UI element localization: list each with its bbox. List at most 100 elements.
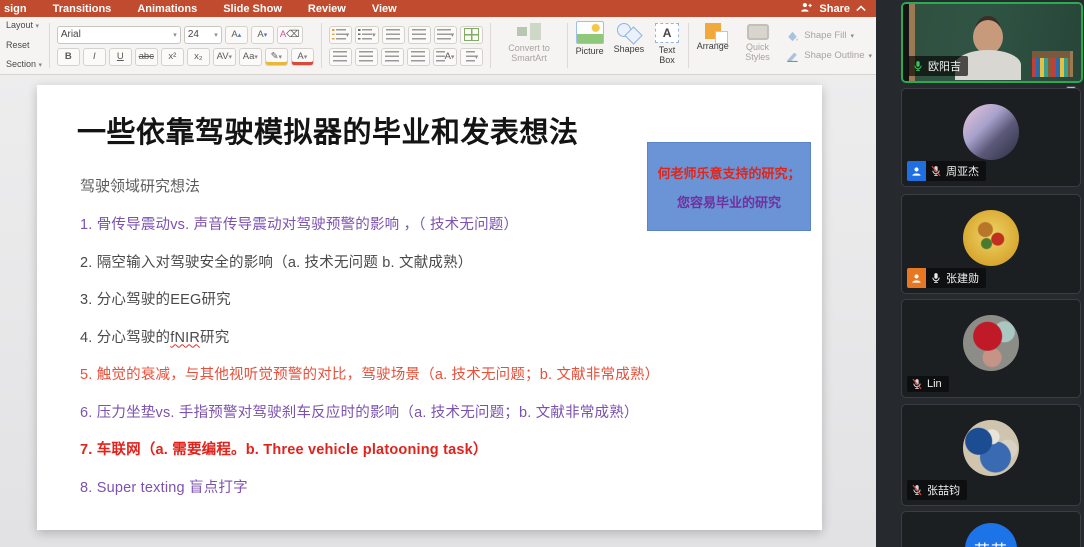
quick-styles-icon <box>747 24 769 40</box>
meeting-participants-panel: 欧阳吉 周亚杰 <box>876 0 1084 547</box>
underline-button[interactable]: U <box>109 48 132 66</box>
ribbon-tab-bar: sign Transitions Animations Slide Show R… <box>0 0 876 17</box>
strikethrough-button[interactable]: abc <box>135 48 158 66</box>
font-color-button[interactable]: A▾ <box>291 48 314 66</box>
text-direction-button[interactable]: A▾ <box>433 48 458 66</box>
avatar: 艺艺 <box>965 523 1017 547</box>
avatar <box>963 210 1019 266</box>
shape-outline-button[interactable]: Shape Outline▾ <box>785 48 872 64</box>
grow-font-button[interactable]: A▴ <box>225 26 248 44</box>
font-size-select[interactable]: 24▾ <box>184 26 222 44</box>
mic-on-icon <box>930 272 942 284</box>
collapse-ribbon-icon[interactable] <box>856 3 866 15</box>
align-right-button[interactable] <box>381 48 404 66</box>
list-item: 4. 分心驾驶的fNIR研究 <box>80 326 659 347</box>
tab-transitions[interactable]: Transitions <box>53 3 112 15</box>
share-button[interactable]: Share <box>819 3 850 15</box>
arrange-icon <box>705 23 721 39</box>
highlight-color-button[interactable]: ✎▾ <box>265 48 288 66</box>
mic-muted-icon <box>911 378 923 390</box>
arrange-button[interactable]: Arrange <box>692 17 734 74</box>
participant-tile[interactable]: 张建勋 <box>901 194 1081 294</box>
host-badge-orange <box>907 268 926 288</box>
participant-name-tag: 周亚杰 <box>926 161 986 181</box>
callout-line-2: 您容易毕业的研究 <box>677 192 781 211</box>
font-group: Arial▾ 24▾ A▴ A▾ A⌫ B I U abc x² x₂ A <box>53 17 318 74</box>
participant-name-tag: Lin <box>907 376 949 392</box>
change-case-button[interactable]: Aa▾ <box>239 48 262 66</box>
callout-box[interactable]: 何老师乐意支持的研究； 您容易毕业的研究 <box>647 142 811 231</box>
justify-button[interactable] <box>407 48 430 66</box>
tab-design[interactable]: sign <box>4 3 27 15</box>
text-box-icon: A <box>655 23 679 43</box>
shape-format-group: Shape Fill▾ Shape Outline▾ <box>781 17 876 74</box>
paragraph-group: ▾ ▾ ▾ A▾ ▾ <box>325 17 488 74</box>
table-grid-button[interactable] <box>460 26 483 44</box>
participant-name: 周亚杰 <box>946 163 979 179</box>
share-person-plus-icon <box>800 1 813 17</box>
reset-button[interactable]: Reset <box>6 38 42 53</box>
decrease-indent-button[interactable] <box>382 26 405 44</box>
shrink-font-button[interactable]: A▾ <box>251 26 274 44</box>
bullet-list-button[interactable]: ▾ <box>329 26 353 44</box>
person-icon <box>911 273 922 284</box>
font-name-select[interactable]: Arial▾ <box>57 26 181 44</box>
ribbon-toolbar: Layout ▾ Reset Section ▾ Arial▾ 24▾ A▴ A… <box>0 17 876 75</box>
picture-icon <box>576 21 604 44</box>
list-item: 8. Super texting 盲点打字 <box>80 476 659 497</box>
mic-muted-icon <box>930 165 942 177</box>
callout-line-1: 何老师乐意支持的研究； <box>657 163 800 182</box>
participant-name: 欧阳吉 <box>928 58 961 74</box>
align-center-button[interactable] <box>355 48 378 66</box>
shapes-icon <box>616 21 642 42</box>
slide-canvas: 一些依靠驾驶模拟器的毕业和发表想法 驾驶领域研究想法 1. 骨传导震动vs. 声… <box>0 75 876 547</box>
increase-indent-button[interactable] <box>408 26 431 44</box>
host-badge-blue <box>907 161 926 181</box>
tab-animations[interactable]: Animations <box>137 3 197 15</box>
convert-to-smartart-button[interactable]: Convert to SmartArt <box>494 17 564 74</box>
align-left-button[interactable] <box>329 48 352 66</box>
slide[interactable]: 一些依靠驾驶模拟器的毕业和发表想法 驾驶领域研究想法 1. 骨传导震动vs. 声… <box>37 85 822 530</box>
mic-active-icon <box>912 60 924 72</box>
insert-text-box-button[interactable]: A Text Box <box>649 17 685 74</box>
shape-fill-button[interactable]: Shape Fill▾ <box>785 28 872 44</box>
shape-outline-icon <box>785 50 800 62</box>
avatar <box>963 315 1019 371</box>
quick-styles-button[interactable]: Quick Styles <box>734 17 782 74</box>
clear-formatting-button[interactable]: A⌫ <box>277 26 303 44</box>
superscript-button[interactable]: x² <box>161 48 184 66</box>
slide-subtitle: 驾驶领域研究想法 <box>80 175 200 196</box>
list-item: 6. 压力坐垫vs. 手指预警对驾驶刹车反应时的影响（a. 技术无问题；b. 文… <box>80 401 659 422</box>
participant-tile[interactable]: 周亚杰 <box>901 88 1081 187</box>
avatar <box>963 420 1019 476</box>
italic-button[interactable]: I <box>83 48 106 66</box>
speaker-face <box>973 20 1003 54</box>
tab-review[interactable]: Review <box>308 3 346 15</box>
participant-name: 张建勋 <box>946 270 979 286</box>
list-item: 1. 骨传导震动vs. 声音传导震动对驾驶预警的影响 ，（ 技术无问题） <box>80 213 659 234</box>
subscript-button[interactable]: x₂ <box>187 48 210 66</box>
line-spacing-button[interactable]: ▾ <box>434 26 458 44</box>
participant-tile-video[interactable]: 欧阳吉 <box>901 2 1083 83</box>
bold-button[interactable]: B <box>57 48 80 66</box>
smartart-icon <box>517 23 541 41</box>
participant-tile[interactable]: 艺艺 <box>901 511 1081 547</box>
align-text-button[interactable]: ▾ <box>460 48 483 66</box>
insert-picture-button[interactable]: Picture <box>571 17 609 74</box>
section-button[interactable]: Section ▾ <box>6 57 42 73</box>
list-item: 7. 车联网（a. 需要编程。b. Three vehicle platooni… <box>80 438 659 459</box>
list-item: 5. 触觉的衰减，与其他视听觉预警的对比，驾驶场景（a. 技术无问题；b. 文献… <box>80 363 659 384</box>
insert-shapes-button[interactable]: Shapes <box>609 17 650 74</box>
character-spacing-button[interactable]: AV▾ <box>213 48 236 66</box>
person-icon <box>911 166 922 177</box>
screen: sign Transitions Animations Slide Show R… <box>0 0 1084 547</box>
list-item: 3. 分心驾驶的EEG研究 <box>80 288 659 309</box>
tab-view[interactable]: View <box>372 3 397 15</box>
list-item: 2. 隔空输入对驾驶安全的影响（a. 技术无问题 b. 文献成熟） <box>80 251 659 272</box>
layout-button[interactable]: Layout ▾ <box>6 18 42 34</box>
tab-slide-show[interactable]: Slide Show <box>223 3 282 15</box>
participant-name-tag: 张建勋 <box>926 268 986 288</box>
participant-tile[interactable]: Lin <box>901 299 1081 398</box>
participant-tile[interactable]: 张喆钧 <box>901 404 1081 506</box>
numbered-list-button[interactable]: ▾ <box>355 26 379 44</box>
